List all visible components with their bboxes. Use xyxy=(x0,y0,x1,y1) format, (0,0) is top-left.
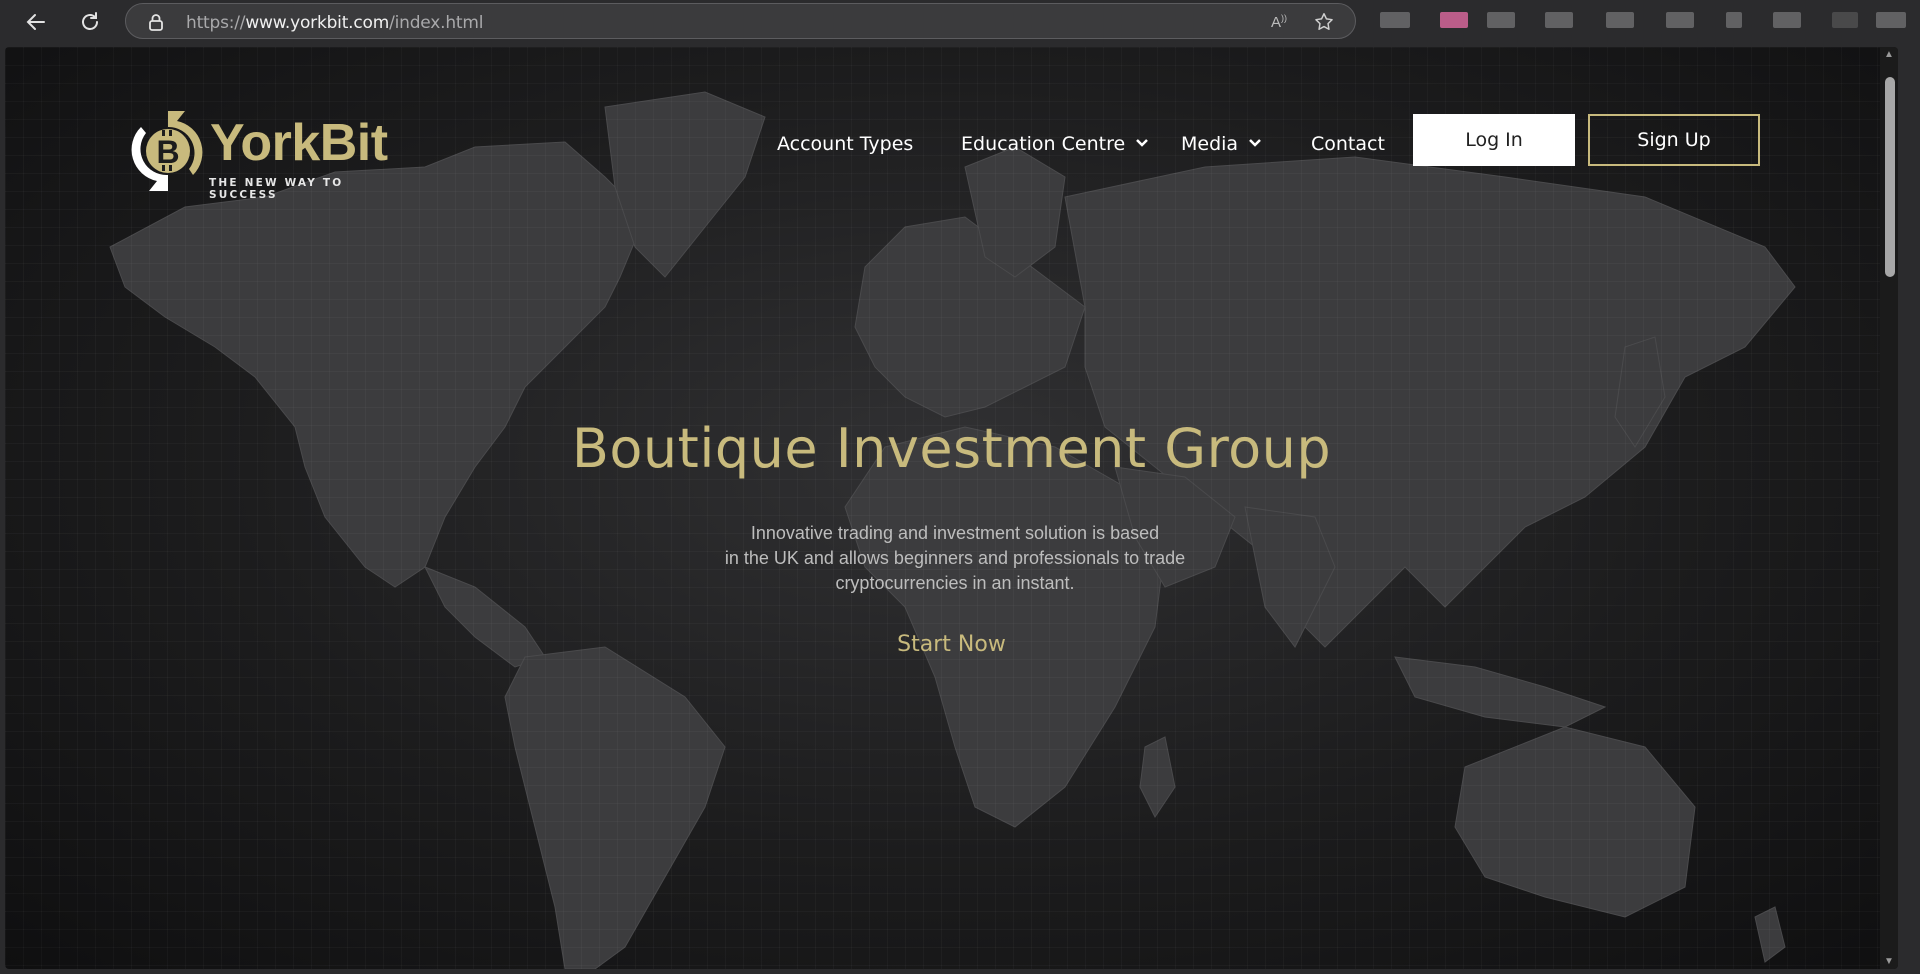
hero-subtitle-line: Innovative trading and investment soluti… xyxy=(750,523,1160,543)
lock-icon xyxy=(149,14,163,31)
page-viewport: B YorkBit THE NEW WAY TO SUCCESS Account… xyxy=(5,47,1898,969)
refresh-icon xyxy=(82,12,98,30)
scroll-down-arrow-icon[interactable]: ▼ xyxy=(1884,956,1894,967)
svg-text:B: B xyxy=(156,134,179,170)
url-prefix: https:// xyxy=(186,13,246,33)
url-text: https://www.yorkbit.com/index.html xyxy=(186,13,483,33)
page-scrollbar[interactable]: ▲ ▼ xyxy=(1880,47,1898,969)
nav-media[interactable]: Media xyxy=(1181,133,1262,155)
extension-icon[interactable] xyxy=(1440,12,1468,28)
back-icon xyxy=(26,14,45,30)
bitcoin-logo-icon: B xyxy=(131,111,203,191)
favorite-star-icon[interactable] xyxy=(1313,11,1335,33)
browser-toolbar: https://www.yorkbit.com/index.html A)) xyxy=(0,0,1920,46)
extension-icon[interactable] xyxy=(1832,12,1858,28)
logo-tagline: THE NEW WAY TO SUCCESS xyxy=(209,177,344,201)
extension-icon[interactable] xyxy=(1773,12,1801,28)
nav-contact[interactable]: Contact xyxy=(1311,133,1385,155)
extension-icon[interactable] xyxy=(1606,12,1634,28)
login-button-label: Log In xyxy=(1465,129,1523,151)
address-bar[interactable]: https://www.yorkbit.com/index.html A)) xyxy=(125,3,1356,39)
back-button[interactable] xyxy=(20,8,52,36)
logo-wordmark: YorkBit xyxy=(210,114,388,172)
extension-icon[interactable] xyxy=(1726,12,1742,28)
extension-icon[interactable] xyxy=(1666,12,1694,28)
url-domain: www.yorkbit.com xyxy=(245,13,390,33)
chevron-down-icon xyxy=(1249,139,1261,147)
chevron-down-icon xyxy=(1136,139,1149,147)
read-aloud-label: A xyxy=(1270,14,1281,31)
signup-button[interactable]: Sign Up xyxy=(1588,114,1760,166)
nav-education-centre-label: Education Centre xyxy=(961,133,1126,155)
extension-icon[interactable] xyxy=(1545,12,1573,28)
extension-icon[interactable] xyxy=(1380,12,1410,28)
hero-subtitle-line: cryptocurrencies in an instant. xyxy=(835,573,1075,593)
refresh-button[interactable] xyxy=(74,8,106,36)
start-now-link[interactable]: Start Now xyxy=(897,632,1006,657)
yorkbit-logo[interactable]: B YorkBit THE NEW WAY TO SUCCESS xyxy=(131,107,391,201)
extension-icon[interactable] xyxy=(1487,12,1515,28)
hero-title: Boutique Investment Group xyxy=(571,417,1332,480)
nav-account-types-label: Account Types xyxy=(777,133,914,155)
url-path: /index.html xyxy=(389,13,484,33)
extension-icon[interactable] xyxy=(1876,12,1906,28)
nav-education-centre[interactable]: Education Centre xyxy=(961,133,1149,155)
login-button[interactable]: Log In xyxy=(1413,114,1575,166)
start-now-link-wrapper: Start Now xyxy=(5,632,1898,657)
scrollbar-thumb[interactable] xyxy=(1885,77,1895,277)
signup-button-label: Sign Up xyxy=(1637,129,1711,151)
hero-subtitle: Innovative trading and investment soluti… xyxy=(700,521,1210,596)
read-aloud-icon[interactable]: A)) xyxy=(1271,13,1287,31)
nav-media-label: Media xyxy=(1181,133,1239,155)
nav-account-types[interactable]: Account Types xyxy=(777,133,913,155)
nav-contact-label: Contact xyxy=(1311,133,1385,155)
scroll-up-arrow-icon[interactable]: ▲ xyxy=(1884,49,1894,60)
hero-subtitle-line: in the UK and allows beginners and profe… xyxy=(724,548,1186,568)
